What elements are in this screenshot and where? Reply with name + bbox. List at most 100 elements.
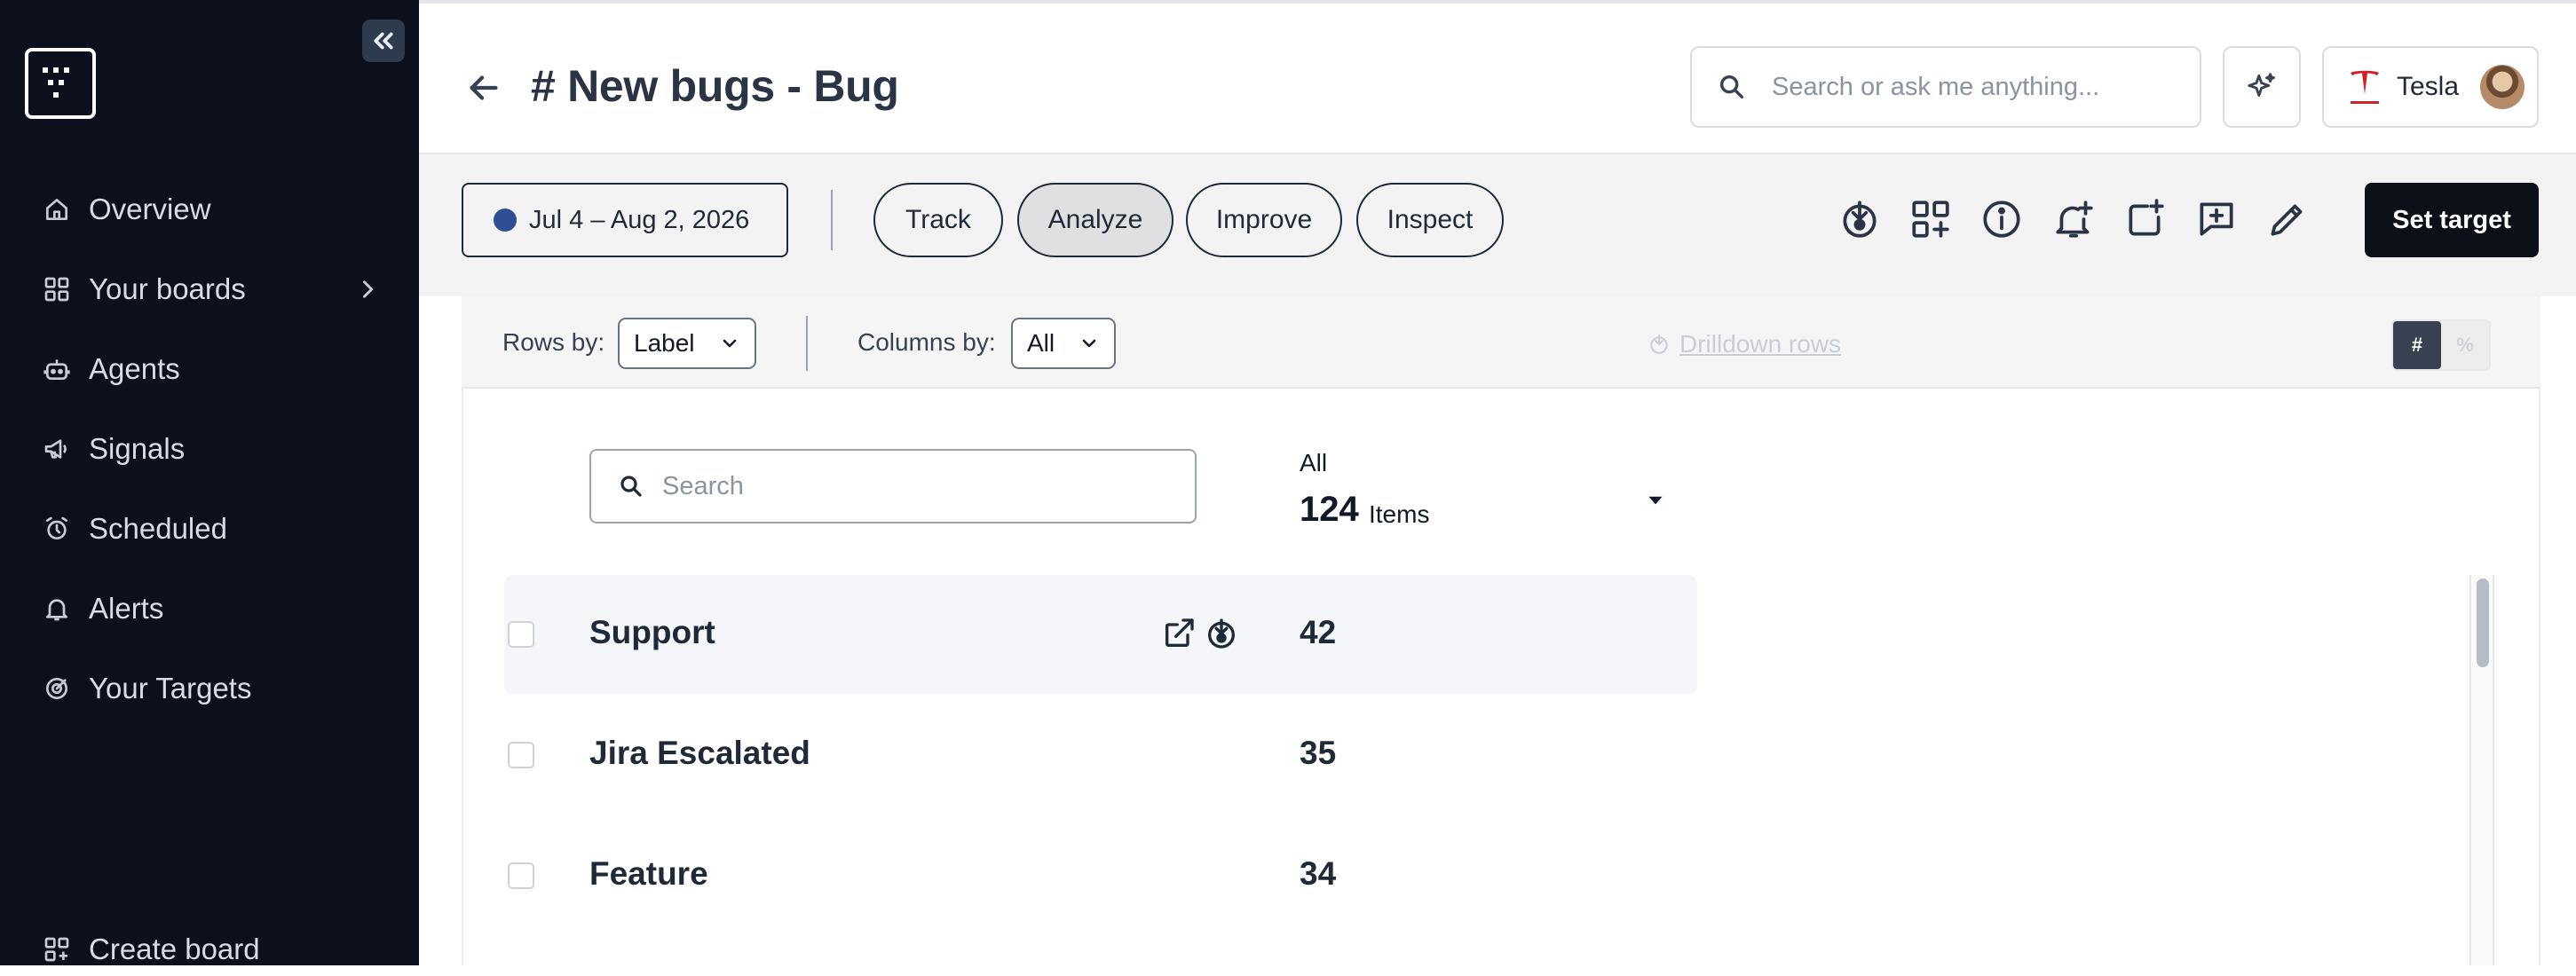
page-header: # New bugs - Bug Tesla	[419, 0, 2576, 154]
caret-down-icon[interactable]	[1644, 488, 1667, 511]
global-search[interactable]	[1690, 46, 2201, 128]
list-search-input[interactable]	[662, 471, 1159, 501]
row-checkbox[interactable]	[508, 862, 534, 889]
tab-label: Improve	[1215, 205, 1313, 234]
column-title: All	[1300, 449, 1328, 476]
info-icon[interactable]	[1979, 197, 2024, 241]
search-icon	[620, 476, 642, 497]
row-label: Support	[589, 614, 715, 650]
add-comment-icon[interactable]	[2194, 197, 2239, 241]
sidebar-item-overview[interactable]: Overview	[43, 183, 380, 236]
total-count: 124	[1300, 490, 1359, 529]
bell-icon	[46, 599, 67, 621]
avatar	[2480, 65, 2525, 109]
rows-by-select[interactable]: Label	[618, 318, 756, 369]
tesla-logo-icon	[2351, 70, 2379, 104]
sidebar-item-signals[interactable]: Signals	[43, 422, 380, 476]
list-scrollbar[interactable]	[2469, 575, 2494, 965]
collapse-sidebar-button[interactable]	[362, 20, 405, 62]
grid-icon	[44, 277, 69, 302]
back-button[interactable]	[463, 67, 504, 108]
grouping-controls: Rows by: Label Columns by: All Drilldown…	[462, 296, 2540, 389]
tab-label: Track	[905, 205, 971, 234]
chevron-down-icon	[1082, 339, 1096, 348]
edit-pencil-icon[interactable]	[2265, 197, 2310, 241]
row-value: 35	[1300, 735, 1337, 771]
row-label: Feature	[589, 855, 708, 892]
app-logo[interactable]	[25, 48, 96, 119]
add-board-icon[interactable]	[2123, 197, 2168, 241]
account-name: Tesla	[2397, 72, 2460, 101]
sparkle-icon	[2248, 73, 2275, 97]
tab-analyze[interactable]: Analyze	[1017, 183, 1173, 257]
sidebar-item-alerts[interactable]: Alerts	[43, 582, 380, 635]
add-alert-icon[interactable]	[2052, 197, 2097, 241]
sidebar-item-label: Your Targets	[89, 672, 252, 704]
date-range-label: Jul 4 – Aug 2, 2026	[529, 205, 750, 234]
home-icon	[46, 199, 67, 220]
grid-plus-icon	[44, 937, 69, 962]
ai-assistant-button[interactable]	[2223, 46, 2301, 128]
total-unit: Items	[1369, 500, 1430, 528]
board-toolbar: Jul 4 – Aug 2, 2026 Track Analyze Improv…	[419, 154, 2576, 296]
toggle-count-button[interactable]: #	[2393, 321, 2441, 369]
table-row[interactable]: Feature 34	[504, 816, 1697, 935]
robot-icon	[43, 359, 70, 380]
global-search-input[interactable]	[1772, 72, 2162, 102]
date-range-dot	[494, 209, 517, 232]
chevron-down-icon	[723, 339, 737, 348]
alarm-clock-icon	[46, 516, 67, 539]
sidebar: Overview Your boards Agents Signals Sche…	[0, 0, 419, 965]
row-value: 42	[1300, 614, 1337, 650]
tab-inspect[interactable]: Inspect	[1356, 183, 1504, 257]
drilldown-rows-link[interactable]: Drilldown rows	[1648, 330, 1841, 358]
add-widget-icon[interactable]	[1908, 197, 1953, 241]
create-board-label: Create board	[89, 933, 260, 965]
columns-by-label: Columns by:	[857, 328, 996, 356]
page-title: # New bugs - Bug	[531, 61, 899, 111]
create-board-button[interactable]: Create board	[43, 923, 380, 976]
drilldown-icon	[1650, 335, 1668, 354]
sidebar-item-label: Your boards	[89, 272, 246, 305]
count-percent-toggle: # %	[2391, 319, 2491, 371]
columns-by-select[interactable]: All	[1011, 318, 1116, 369]
table-row[interactable]: Support 42	[504, 575, 1697, 694]
megaphone-icon	[44, 439, 67, 459]
row-checkbox[interactable]	[508, 621, 534, 648]
controls-divider	[806, 316, 808, 371]
sidebar-item-your-targets[interactable]: Your Targets	[43, 662, 380, 715]
tab-label: Inspect	[1387, 205, 1474, 234]
drilldown-icon[interactable]	[1837, 197, 1882, 241]
sidebar-item-label: Agents	[89, 352, 180, 385]
sidebar-item-label: Scheduled	[89, 512, 227, 545]
row-checkbox[interactable]	[508, 742, 534, 768]
double-chevron-left-icon	[374, 32, 393, 50]
arrow-left-icon	[470, 75, 498, 100]
table-row[interactable]: Jira Escalated 35	[504, 696, 1697, 815]
tab-label: Analyze	[1047, 205, 1143, 234]
column-header-all[interactable]: All 124 Items	[1300, 445, 1672, 534]
rows-by-value: Label	[634, 329, 695, 357]
search-icon	[1719, 75, 1744, 99]
chevron-right-icon	[363, 280, 374, 298]
sidebar-item-your-boards[interactable]: Your boards	[43, 263, 380, 316]
drilldown-label: Drilldown rows	[1679, 330, 1842, 358]
sidebar-item-label: Overview	[89, 193, 211, 225]
external-link-icon[interactable]	[1161, 616, 1197, 651]
drilldown-icon[interactable]	[1204, 616, 1239, 651]
list-search[interactable]	[589, 449, 1197, 523]
date-range-picker[interactable]: Jul 4 – Aug 2, 2026	[462, 183, 788, 257]
target-icon	[46, 678, 67, 699]
toggle-percent-button[interactable]: %	[2441, 321, 2489, 369]
row-label: Jira Escalated	[589, 735, 810, 771]
tab-improve[interactable]: Improve	[1186, 183, 1342, 257]
sidebar-item-scheduled[interactable]: Scheduled	[43, 502, 380, 555]
set-target-button[interactable]: Set target	[2365, 183, 2539, 257]
account-switcher[interactable]: Tesla	[2322, 46, 2539, 128]
rows-by-label: Rows by:	[502, 328, 605, 356]
scrollbar-thumb[interactable]	[2477, 579, 2489, 667]
sidebar-item-agents[interactable]: Agents	[43, 342, 380, 396]
tab-track[interactable]: Track	[873, 183, 1003, 257]
logo-icon	[43, 67, 69, 98]
sidebar-item-label: Alerts	[89, 592, 164, 625]
